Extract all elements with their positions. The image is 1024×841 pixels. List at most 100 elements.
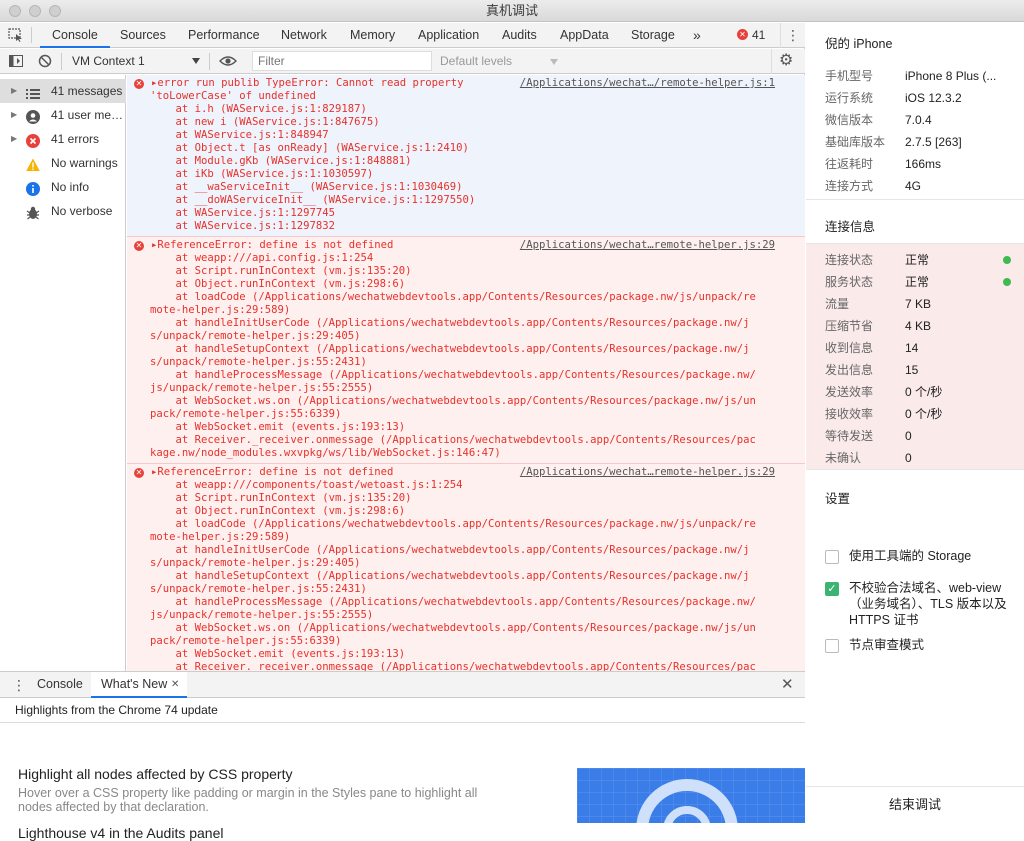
- clear-console-icon[interactable]: [38, 54, 52, 68]
- close-window-button[interactable]: [9, 5, 21, 17]
- zoom-window-button[interactable]: [49, 5, 61, 17]
- tab-memory[interactable]: Memory: [350, 23, 395, 48]
- eye-icon[interactable]: [219, 55, 237, 67]
- info-value: 0: [905, 451, 912, 465]
- console-error-message[interactable]: ✕ /Applications/wechat…remote-helper.js:2…: [127, 464, 805, 671]
- chevron-down-icon[interactable]: [192, 58, 200, 64]
- app-window: 真机调试 Console Sources Performance Network…: [0, 0, 1024, 841]
- info-key: 连接状态: [825, 253, 874, 267]
- sidebar-item-errors[interactable]: ▶ 41 errors: [0, 127, 126, 151]
- checkbox-checked[interactable]: ✓: [825, 582, 839, 596]
- tab-console[interactable]: Console: [40, 23, 110, 48]
- stack-frame: at loadCode (/Applications/wechatwebdevt…: [150, 518, 756, 530]
- expand-arrow-icon[interactable]: ▶: [11, 127, 17, 151]
- stack-frame: kage.nw/node_modules.wxvpkg/ws/lib/WebSo…: [150, 447, 501, 459]
- whatsnew-item-title[interactable]: Highlight all nodes affected by CSS prop…: [18, 766, 292, 782]
- connection-info-row: 收到信息 14: [825, 337, 1015, 359]
- settings-section: 设置 使用工具端的 Storage ✓ 不校验合法域名、web-view（业务域名）…: [806, 470, 1024, 784]
- connection-info-row: 服务状态 正常: [825, 271, 1015, 293]
- error-summary[interactable]: ▸ReferenceError: define is not defined: [151, 466, 393, 479]
- user-icon: [26, 108, 40, 124]
- console-error-message[interactable]: ✕ /Applications/wechat…/remote-helper.js:…: [127, 75, 805, 237]
- device-info-row: 往返耗时 166ms: [825, 153, 1015, 175]
- divider: [31, 27, 32, 43]
- error-icon: ✕: [134, 468, 144, 478]
- info-value: 14: [905, 341, 919, 355]
- source-link[interactable]: /Applications/wechat…remote-helper.js:29: [520, 466, 775, 479]
- more-tabs-button[interactable]: »: [693, 23, 701, 48]
- source-link[interactable]: /Applications/wechat…/remote-helper.js:1: [520, 77, 775, 90]
- context-selector[interactable]: VM Context 1: [72, 49, 145, 73]
- source-link[interactable]: /Applications/wechat…remote-helper.js:29: [520, 239, 775, 252]
- stop-debug-button[interactable]: 结束调试: [806, 786, 1024, 822]
- error-icon: ✕: [134, 79, 144, 89]
- stack-frame: 'toLowerCase' of undefined: [150, 90, 316, 102]
- error-icon: ✕: [134, 241, 144, 251]
- tab-network[interactable]: Network: [281, 23, 327, 48]
- gear-icon[interactable]: ⚙: [779, 52, 793, 70]
- expand-arrow-icon[interactable]: ▶: [11, 79, 17, 103]
- setting-label[interactable]: 使用工具端的 Storage: [849, 548, 1009, 564]
- sidebar-item-label: No warnings: [51, 156, 118, 170]
- sidebar-item-messages[interactable]: ▶ 41 messages: [0, 79, 126, 103]
- tab-storage[interactable]: Storage: [631, 23, 675, 48]
- error-summary[interactable]: ▸error run publib TypeError: Cannot read…: [151, 77, 464, 90]
- checkbox[interactable]: [825, 550, 839, 564]
- info-key: 未确认: [825, 451, 862, 465]
- console-error-message[interactable]: ✕ /Applications/wechat…remote-helper.js:2…: [127, 237, 805, 464]
- stack-frame: at weapp:///api.config.js:1:254: [150, 252, 374, 264]
- drawer-menu-icon[interactable]: ⋮: [12, 676, 26, 694]
- info-key: 基础库版本: [825, 135, 886, 149]
- drawer-tab-whatsnew[interactable]: What's New ✕: [91, 672, 187, 698]
- drawer-tabbar: ⋮ Console What's New ✕ ✕: [0, 672, 805, 698]
- connection-info-row: 压缩节省 4 KB: [825, 315, 1015, 337]
- setting-label[interactable]: 节点审查模式: [849, 637, 1009, 653]
- setting-label[interactable]: 不校验合法域名、web-view（业务域名）、TLS 版本以及 HTTPS 证书: [849, 580, 1009, 628]
- inspect-element-icon[interactable]: [8, 28, 24, 42]
- stack-frame: at Module.gKb (WAService.js:1:848881): [150, 155, 412, 167]
- device-section: 倪的 iPhone 手机型号 iPhone 8 Plus (... 运行系统 iOS …: [806, 23, 1024, 200]
- sidebar-item-info[interactable]: No info: [0, 175, 126, 199]
- stack-frame: at __doWAServiceInit__ (WAService.js:1:1…: [150, 194, 476, 206]
- whatsnew-item-title[interactable]: Lighthouse v4 in the Audits panel: [18, 825, 224, 841]
- close-tab-icon[interactable]: ✕: [171, 672, 179, 697]
- tab-appdata[interactable]: AppData: [560, 23, 609, 48]
- chevron-down-icon[interactable]: [550, 59, 558, 65]
- info-value: 166ms: [905, 157, 942, 171]
- connection-info-row: 发送效率 0 个/秒: [825, 381, 1015, 403]
- device-info-row: 连接方式 4G: [825, 175, 1015, 197]
- divider: [61, 53, 62, 70]
- minimize-window-button[interactable]: [29, 5, 41, 17]
- console-messages[interactable]: ✕ /Applications/wechat…/remote-helper.js:…: [127, 75, 805, 671]
- tab-audits[interactable]: Audits: [502, 23, 537, 48]
- tab-application[interactable]: Application: [418, 23, 479, 48]
- drawer-tab-console[interactable]: Console: [37, 672, 83, 697]
- stack-frame: at WAService.js:1:1297832: [150, 220, 335, 232]
- stack-frame: at iKb (WAService.js:1:1030597): [150, 168, 374, 180]
- error-summary[interactable]: ▸ReferenceError: define is not defined: [151, 239, 393, 252]
- stack-frame: at handleSetupContext (/Applications/wec…: [150, 570, 750, 582]
- info-key: 发送效率: [825, 385, 874, 399]
- expand-arrow-icon[interactable]: ▶: [11, 103, 17, 127]
- stack-frame: mote-helper.js:29:589): [150, 531, 291, 543]
- sidebar-item-user-messages[interactable]: ▶ 41 user me…: [0, 103, 126, 127]
- error-count-badge[interactable]: 41: [752, 23, 765, 47]
- connection-header: 连接信息: [806, 200, 1024, 244]
- stack-frame: at Receiver._receiver.onmessage (/Applic…: [150, 434, 756, 446]
- checkbox[interactable]: [825, 639, 839, 653]
- info-key: 手机型号: [825, 69, 874, 83]
- tab-performance[interactable]: Performance: [188, 23, 260, 48]
- kebab-menu-icon[interactable]: ⋮: [786, 26, 800, 44]
- error-count-icon[interactable]: ✕: [737, 29, 748, 40]
- filter-input[interactable]: [252, 51, 432, 71]
- sidebar-item-verbose[interactable]: No verbose: [0, 199, 126, 223]
- close-drawer-icon[interactable]: ✕: [781, 676, 794, 694]
- toggle-sidebar-icon[interactable]: [9, 55, 23, 67]
- tab-sources[interactable]: Sources: [120, 23, 166, 48]
- devtools-panel: Console Sources Performance Network Memo…: [0, 23, 805, 841]
- devtools-tabbar: Console Sources Performance Network Memo…: [0, 23, 805, 48]
- default-levels-dropdown[interactable]: Default levels: [440, 49, 512, 73]
- sidebar-item-warnings[interactable]: No warnings: [0, 151, 126, 175]
- info-value: iPhone 8 Plus (...: [905, 69, 997, 83]
- stack-frame: at handleInitUserCode (/Applications/wec…: [150, 317, 750, 329]
